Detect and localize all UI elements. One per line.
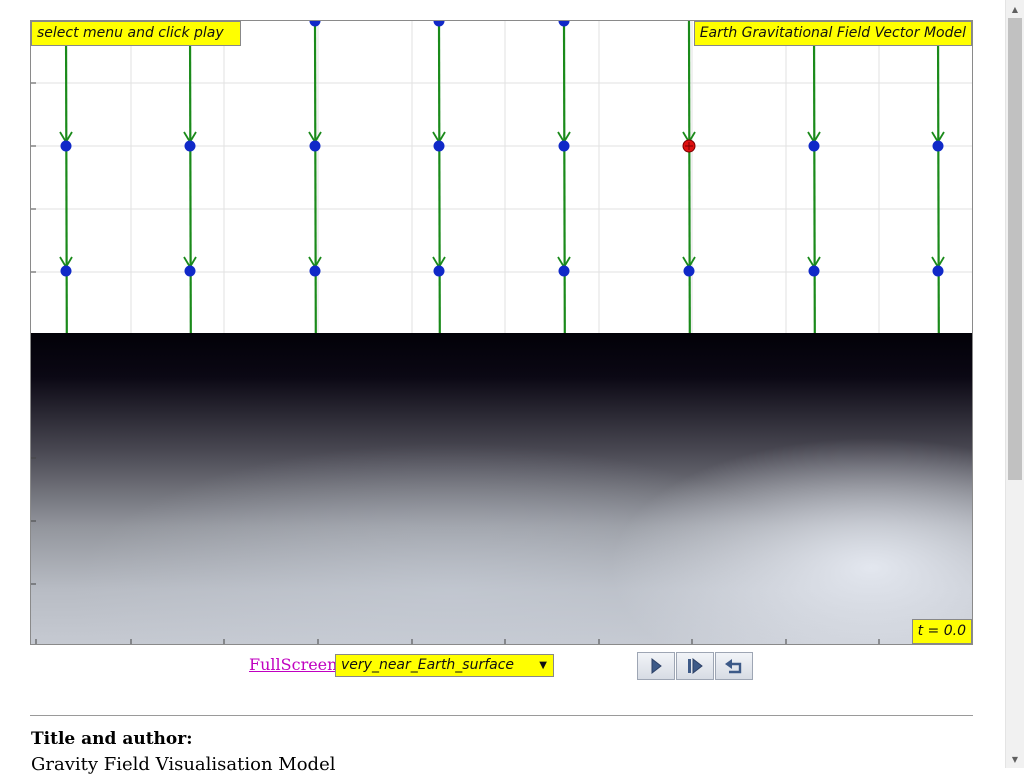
chevron-down-icon: ▼ xyxy=(539,660,547,671)
model-select[interactable]: very_near_Earth_surface ▼ xyxy=(335,654,554,677)
reset-button[interactable] xyxy=(715,652,753,680)
menu-hint-label: select menu and click play xyxy=(31,21,241,46)
scroll-down-arrow-icon[interactable]: ▼ xyxy=(1006,750,1024,768)
reset-icon xyxy=(725,659,742,674)
play-button[interactable] xyxy=(637,652,675,680)
time-readout: t = 0.0 xyxy=(911,619,972,644)
section-divider xyxy=(30,715,973,716)
play-icon xyxy=(651,658,662,674)
axis-ticks xyxy=(31,82,880,644)
model-title-text: Gravity Field Visualisation Model xyxy=(31,754,336,775)
playback-controls xyxy=(637,652,754,680)
scroll-up-arrow-icon[interactable]: ▲ xyxy=(1006,0,1024,18)
step-forward-icon xyxy=(688,658,703,674)
scroll-thumb[interactable] xyxy=(1008,18,1022,480)
step-button[interactable] xyxy=(676,652,714,680)
title-author-heading: Title and author: xyxy=(31,729,193,749)
model-title-label: Earth Gravitational Field Vector Model xyxy=(693,21,972,46)
vertical-scrollbar[interactable]: ▲ ▼ xyxy=(1005,0,1024,768)
simulation-panel[interactable]: select menu and click play Earth Gravita… xyxy=(30,20,973,645)
model-select-value: very_near_Earth_surface xyxy=(341,657,515,673)
fullscreen-link[interactable]: FullScreen xyxy=(249,655,337,674)
page: select menu and click play Earth Gravita… xyxy=(0,0,1005,775)
